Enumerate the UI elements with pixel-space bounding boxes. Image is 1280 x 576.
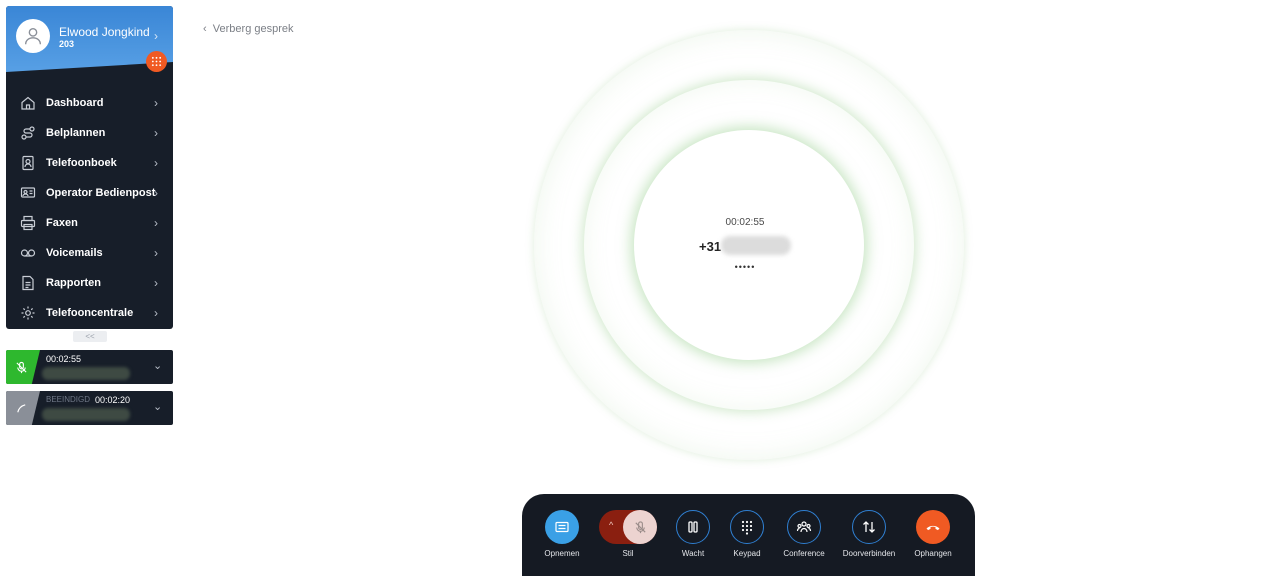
hangup-button[interactable]: Ophangen	[913, 510, 953, 558]
sidebar-item-label: Faxen	[46, 217, 78, 229]
sidebar: Elwood Jongkind 203 › Dashboard › Belpla…	[6, 6, 173, 329]
conference-circle	[787, 510, 821, 544]
pause-icon	[688, 521, 698, 533]
chevron-right-icon: ›	[154, 29, 158, 43]
chevron-left-icon: ‹	[203, 23, 207, 35]
sidebar-item-label: Operator Bedienpost	[46, 187, 156, 199]
control-label: Ophangen	[914, 549, 952, 558]
transfer-icon	[863, 521, 875, 533]
sidebar-item-dashboard[interactable]: Dashboard ›	[6, 88, 173, 118]
call-duration: 00:02:20	[95, 395, 131, 405]
call-timer: 00:02:55	[725, 217, 765, 228]
hold-button[interactable]: Wacht	[673, 510, 713, 558]
caret-up-icon[interactable]: ^	[609, 520, 613, 530]
keypad-icon	[741, 520, 753, 535]
conference-icon	[796, 521, 812, 533]
sidebar-item-voicemails[interactable]: Voicemails ›	[6, 238, 173, 268]
phone-icon	[17, 403, 26, 412]
hangup-icon	[926, 525, 940, 531]
sidebar-item-label: Voicemails	[46, 247, 103, 259]
chevron-right-icon: ›	[154, 186, 158, 200]
collapse-sidebar-button[interactable]: <<	[73, 331, 107, 342]
sidebar-item-label: Telefooncentrale	[46, 307, 134, 319]
sidebar-item-telefoonboek[interactable]: Telefoonboek ›	[6, 148, 173, 178]
mute-button[interactable]: ^	[599, 510, 657, 544]
mute-circle	[623, 510, 657, 544]
gear-icon	[20, 305, 36, 321]
redacted-number	[721, 236, 791, 255]
control-label: Conference	[783, 549, 825, 558]
sidebar-item-label: Telefoonboek	[46, 157, 117, 169]
user-extension: 203	[59, 39, 75, 49]
sidebar-item-label: Dashboard	[46, 97, 104, 109]
chevron-right-icon: ›	[154, 246, 158, 260]
user-icon	[24, 27, 42, 45]
call-status-tab	[6, 391, 40, 425]
user-name: Elwood Jongkind	[59, 25, 150, 39]
mic-muted-icon	[16, 361, 27, 373]
record-icon	[555, 521, 569, 533]
hide-call-label: Verberg gesprek	[212, 23, 294, 35]
active-call-card[interactable]: 00:02:55 ⌄	[6, 350, 173, 384]
chevron-right-icon: ›	[154, 306, 158, 320]
chevron-down-icon[interactable]: ⌄	[153, 400, 162, 413]
chevron-right-icon: ›	[154, 126, 158, 140]
sidebar-item-telefooncentrale[interactable]: Telefooncentrale ›	[6, 298, 173, 328]
hold-circle	[676, 510, 710, 544]
report-icon	[20, 275, 36, 291]
call-status-dots: •••••	[734, 262, 756, 272]
mic-muted-icon	[634, 520, 646, 533]
sidebar-nav: Dashboard › Belplannen › Telefoonboek › …	[6, 88, 173, 328]
chevron-right-icon: ›	[154, 276, 158, 290]
operator-icon	[20, 185, 36, 201]
keypad-icon	[151, 56, 162, 67]
sidebar-item-label: Rapporten	[46, 277, 101, 289]
sidebar-item-rapporten[interactable]: Rapporten ›	[6, 268, 173, 298]
chevron-right-icon: ›	[154, 96, 158, 110]
control-label: Opnemen	[544, 549, 580, 558]
conference-button[interactable]: Conference	[779, 510, 829, 558]
sidebar-item-operator-bedienpost[interactable]: Operator Bedienpost ›	[6, 178, 173, 208]
control-label: Keypad	[733, 549, 761, 558]
ended-call-card[interactable]: BEEINDIGD 00:02:20 ⌄	[6, 391, 173, 425]
printer-icon	[20, 215, 36, 231]
caller-number-prefix: +31	[699, 239, 722, 254]
sidebar-item-faxen[interactable]: Faxen ›	[6, 208, 173, 238]
hide-call-link[interactable]: ‹ Verberg gesprek	[203, 23, 294, 35]
keypad-circle	[730, 510, 764, 544]
chevron-right-icon: ›	[154, 156, 158, 170]
call-controls-bar: Opnemen ^ Stil Wacht Keypad Conference D…	[522, 494, 975, 576]
redacted-caller	[42, 408, 130, 421]
sidebar-item-label: Belplannen	[46, 127, 106, 139]
route-icon	[20, 125, 36, 141]
redacted-caller	[42, 367, 130, 380]
chevron-right-icon: ›	[154, 216, 158, 230]
contact-book-icon	[20, 155, 36, 171]
call-status-tab	[6, 350, 40, 384]
dialpad-button[interactable]	[146, 51, 167, 72]
call-duration: 00:02:55	[46, 354, 82, 364]
control-label: Doorverbinden	[842, 549, 896, 558]
transfer-circle	[852, 510, 886, 544]
control-label: Wacht	[681, 549, 705, 558]
record-circle	[545, 510, 579, 544]
avatar[interactable]	[16, 19, 50, 53]
record-button[interactable]: Opnemen	[542, 510, 582, 558]
sidebar-item-belplannen[interactable]: Belplannen ›	[6, 118, 173, 148]
call-status-label: BEEINDIGD	[46, 395, 91, 404]
transfer-button[interactable]: Doorverbinden	[839, 510, 899, 558]
keypad-button[interactable]: Keypad	[727, 510, 767, 558]
chevron-down-icon[interactable]: ⌄	[153, 359, 162, 372]
hangup-circle	[916, 510, 950, 544]
voicemail-icon	[20, 245, 36, 261]
home-icon	[20, 95, 36, 111]
control-label: Stil	[622, 549, 634, 558]
